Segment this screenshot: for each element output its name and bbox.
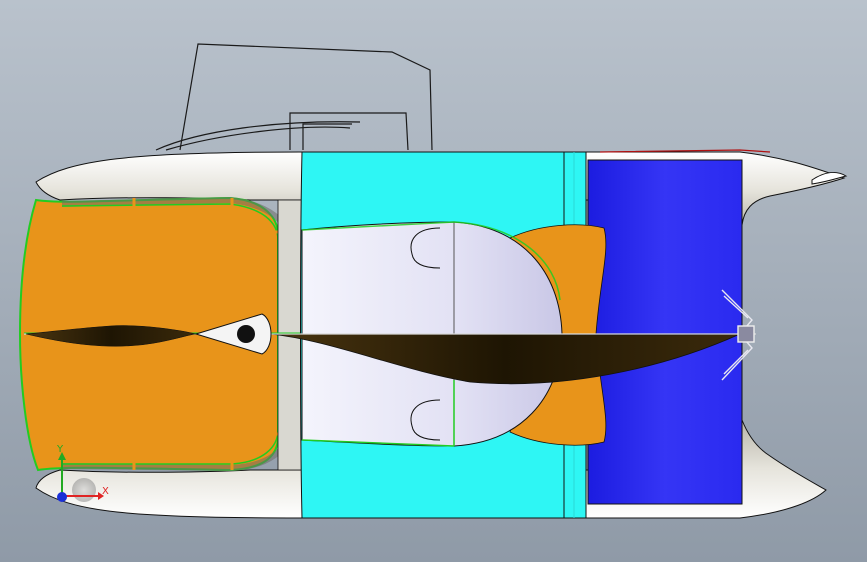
triad-x-label: X bbox=[102, 486, 109, 497]
cad-viewport[interactable]: X Y bbox=[0, 0, 867, 562]
triad-z-axis-dot bbox=[57, 492, 67, 502]
mast-step[interactable] bbox=[237, 325, 255, 343]
forward-deck-blue[interactable] bbox=[587, 159, 743, 505]
triad-hub-shadow bbox=[72, 478, 96, 502]
triad-y-label: Y bbox=[56, 444, 64, 455]
